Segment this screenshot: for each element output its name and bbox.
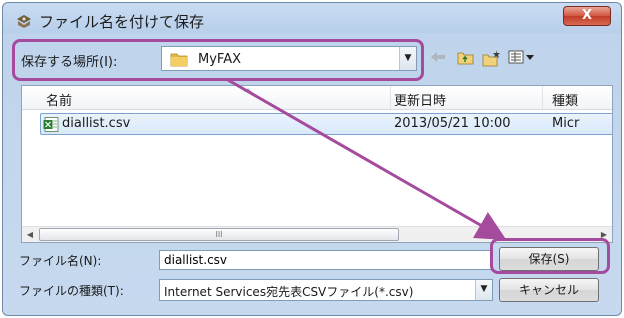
- up-folder-icon[interactable]: [455, 49, 477, 69]
- back-icon[interactable]: [427, 49, 449, 69]
- file-row-selected[interactable]: diallist.csv 2013/05/21 10:00 Micr: [40, 113, 612, 135]
- close-button[interactable]: X: [563, 6, 611, 26]
- save-button-highlight: [490, 238, 610, 274]
- file-date-cell: 2013/05/21 10:00: [394, 116, 511, 131]
- column-type[interactable]: 種類: [552, 90, 578, 109]
- filetype-value: Internet Services宛先表CSVファイル(*.csv): [164, 285, 414, 299]
- file-type-cell: Micr: [552, 116, 580, 131]
- cancel-button[interactable]: キャンセル: [499, 278, 599, 302]
- file-name-cell: diallist.csv: [62, 116, 131, 131]
- scroll-left-icon[interactable]: ◀: [22, 227, 38, 242]
- column-modified[interactable]: 更新日時: [394, 90, 446, 109]
- view-menu-icon[interactable]: [507, 49, 537, 69]
- filename-input[interactable]: [159, 250, 493, 270]
- csv-file-icon: [43, 117, 59, 132]
- column-separator[interactable]: [390, 86, 391, 109]
- window-title: ファイル名を付けて保存: [39, 13, 205, 31]
- filename-label: ファイル名(N):: [19, 254, 102, 268]
- sort-arrow-icon: [244, 88, 252, 92]
- filetype-dropdown[interactable]: Internet Services宛先表CSVファイル(*.csv) ▼: [159, 279, 493, 301]
- close-icon: X: [581, 8, 593, 23]
- column-header-row: 名前 更新日時 種類: [22, 86, 612, 110]
- column-name[interactable]: 名前: [46, 90, 72, 109]
- column-separator[interactable]: [542, 86, 543, 109]
- title-bar[interactable]: ファイル名を付けて保存 X: [3, 3, 621, 37]
- save-in-highlight: [12, 39, 424, 81]
- scroll-thumb[interactable]: III: [39, 228, 399, 241]
- file-list[interactable]: 名前 更新日時 種類 diallist.csv 2013/05/21 10:00…: [21, 85, 613, 243]
- app-icon: [17, 15, 31, 28]
- new-folder-icon[interactable]: [481, 49, 503, 69]
- filetype-label: ファイルの種類(T):: [19, 284, 124, 298]
- chevron-down-icon[interactable]: ▼: [475, 280, 492, 300]
